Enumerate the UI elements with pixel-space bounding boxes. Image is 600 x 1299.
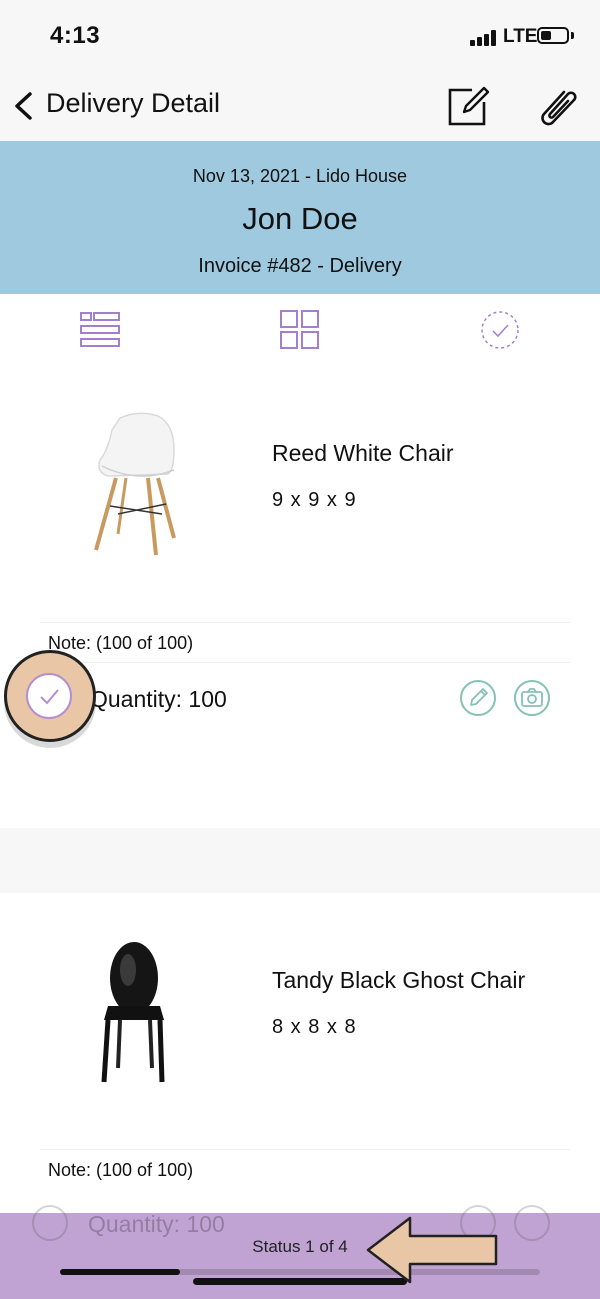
grid-view-icon[interactable] — [280, 310, 320, 350]
item-quantity: Quantity: 100 — [90, 686, 227, 712]
list-view-icon[interactable] — [80, 310, 120, 350]
item-dimensions: 8 x 8 x 8 — [272, 1016, 357, 1038]
divider — [40, 1149, 570, 1150]
check-button[interactable] — [32, 1205, 68, 1241]
camera-button[interactable] — [514, 1205, 550, 1241]
header-customer-name: Jon Doe — [242, 201, 358, 236]
pencil-icon — [470, 688, 488, 706]
item-name: Reed White Chair — [272, 440, 454, 466]
signal-icon — [470, 30, 498, 46]
check-view-icon[interactable] — [480, 310, 520, 350]
edit-button[interactable] — [460, 680, 496, 716]
arrow-icon — [366, 1216, 498, 1284]
battery-tip — [571, 32, 574, 39]
item-note: Note: (100 of 100) — [48, 633, 194, 653]
product-image-black-chair — [101, 942, 165, 1083]
camera-button[interactable] — [514, 680, 550, 716]
item-note: Note: (100 of 100) — [48, 1160, 194, 1180]
item-name: Tandy Black Ghost Chair — [272, 967, 526, 993]
network-label: LTE — [503, 26, 538, 47]
header-invoice: Invoice #482 - Delivery — [198, 255, 402, 277]
battery-icon — [537, 27, 569, 44]
item-quantity: Quantity: 100 — [88, 1211, 225, 1237]
back-chevron-icon[interactable] — [12, 91, 34, 121]
divider — [40, 662, 570, 663]
nav-title[interactable]: Delivery Detail — [46, 88, 220, 119]
check-icon — [40, 689, 59, 705]
divider — [40, 622, 570, 623]
product-image-white-chair — [94, 412, 176, 556]
status-time: 4:13 — [50, 22, 101, 49]
check-button[interactable] — [26, 673, 72, 719]
status-label: Status 1 of 4 — [252, 1237, 348, 1256]
header-date-location: Nov 13, 2021 - Lido House — [192, 166, 408, 186]
compose-icon[interactable] — [446, 84, 492, 128]
status-progress-fill — [60, 1269, 180, 1275]
item-dimensions: 9 x 9 x 9 — [272, 489, 357, 511]
camera-icon — [521, 688, 543, 707]
paperclip-icon[interactable] — [532, 84, 580, 128]
item-separator — [0, 828, 600, 893]
